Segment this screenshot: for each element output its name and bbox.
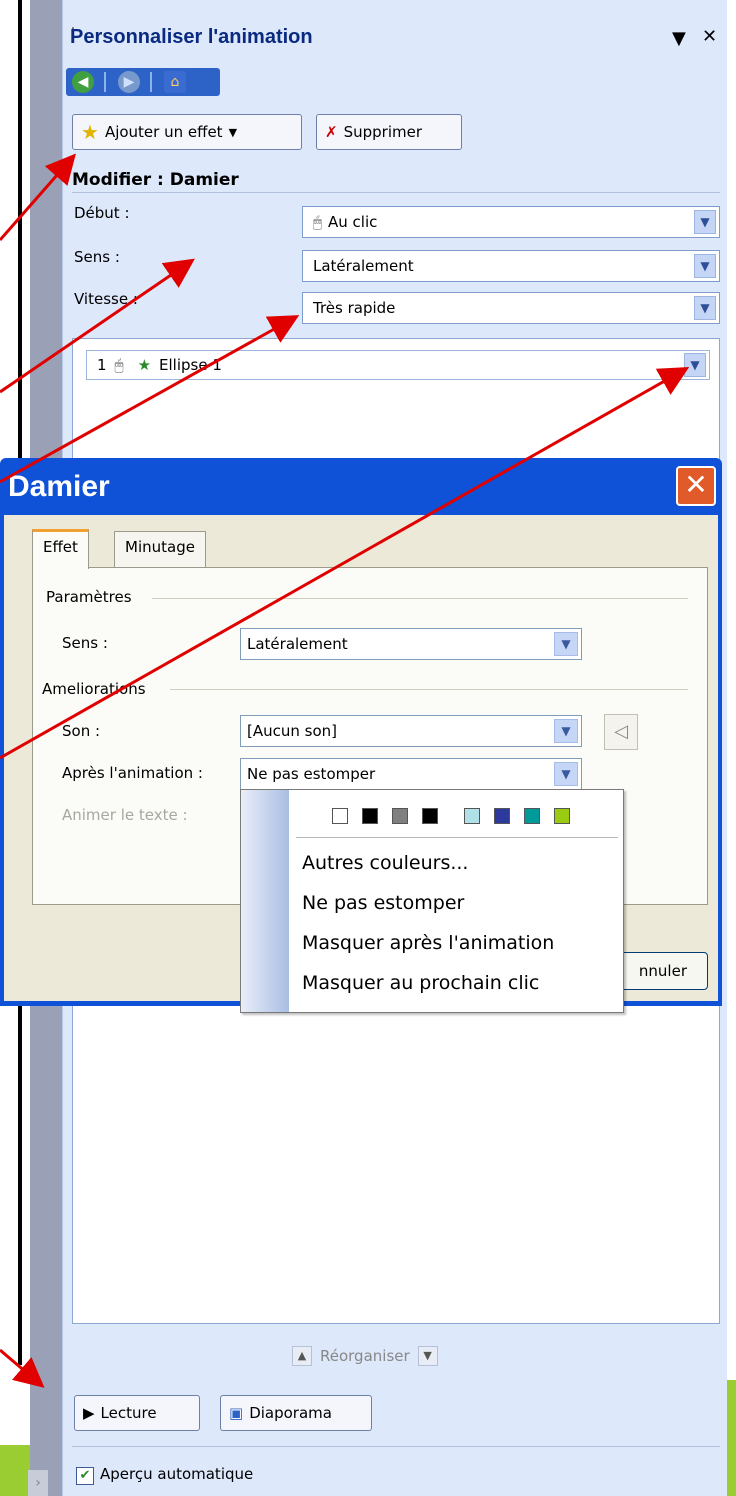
arrow-to-list-item bbox=[0, 367, 690, 760]
arrow-to-direction bbox=[0, 258, 195, 394]
annotation-arrows bbox=[0, 153, 690, 1388]
arrow-to-add-effect bbox=[0, 153, 76, 241]
arrow-to-speed bbox=[0, 315, 300, 484]
arrow-to-pane-bottom bbox=[0, 1348, 45, 1388]
